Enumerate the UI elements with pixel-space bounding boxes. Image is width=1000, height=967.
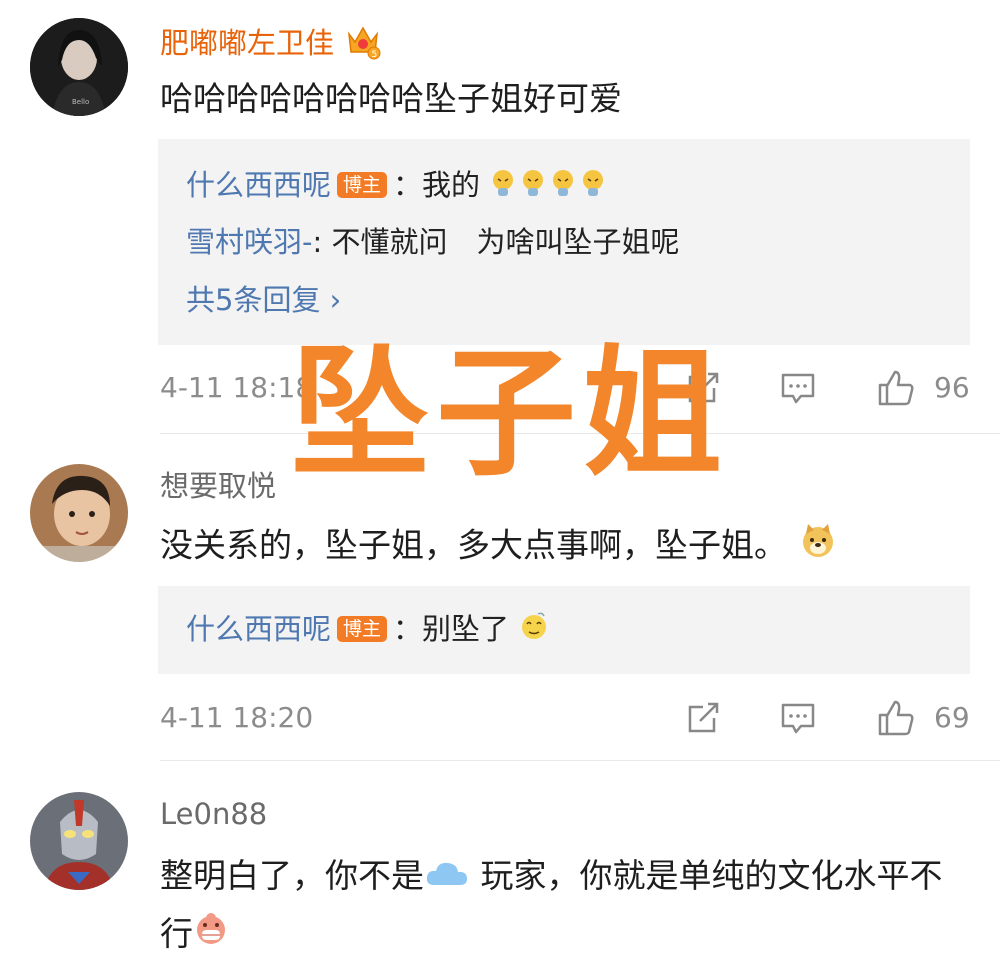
share-icon[interactable] xyxy=(686,700,722,736)
reply-username[interactable]: 什么西西呢 xyxy=(186,612,331,646)
dizzy-emoji xyxy=(518,610,550,652)
comment-text: 哈哈哈哈哈哈哈哈坠子姐好可爱 xyxy=(160,79,622,118)
svg-text:Bello: Bello xyxy=(72,98,89,106)
avatar[interactable]: Bello xyxy=(30,18,128,116)
like-count: 96 xyxy=(934,371,970,404)
reply-text: ：我的 xyxy=(393,168,481,202)
like-icon[interactable] xyxy=(876,368,916,408)
avatar[interactable] xyxy=(30,792,128,890)
like-icon[interactable] xyxy=(876,698,916,738)
comment-text: 整明白了，你不是 玩家，你就是单纯的文化水平不行 xyxy=(160,848,964,963)
comment-icon[interactable] xyxy=(780,700,816,736)
reply-line: 什么西西呢 博主 ：别坠了 xyxy=(186,609,550,652)
comment-text: 没关系的，坠子姐，多大点事啊，坠子姐。 xyxy=(160,520,964,574)
reply-username[interactable]: 雪村咲羽- xyxy=(186,225,312,259)
meta-row: 4-11 18:20 69 xyxy=(160,698,970,738)
reply-line: 雪村咲羽-: 不懂就问 为啥叫坠子姐呢 xyxy=(186,222,679,262)
author-badge: 博主 xyxy=(337,616,388,642)
reply-box[interactable]: 什么西西呢 博主 ：别坠了 xyxy=(158,586,970,674)
overlay-caption: 坠子姐 xyxy=(290,333,729,496)
timestamp: 4-11 18:20 xyxy=(160,701,314,734)
reply-username[interactable]: 什么西西呢 xyxy=(186,168,331,202)
username[interactable]: Le0n88 xyxy=(160,796,267,832)
doge-emoji xyxy=(798,520,838,574)
author-badge: 博主 xyxy=(337,172,388,198)
cry-emoji xyxy=(489,166,609,208)
username[interactable]: 想要取悦 xyxy=(160,468,276,504)
grin-emoji xyxy=(193,907,229,963)
crown-badge-icon: 5 xyxy=(343,22,383,68)
comment-icon[interactable] xyxy=(780,370,816,406)
username[interactable]: 肥嘟嘟左卫佳 5 xyxy=(160,22,383,68)
reply-box[interactable]: 什么西西呢 博主 ：我的 雪村咲羽-: 不懂就问 为啥叫坠子姐呢 共5条回复 › xyxy=(158,139,970,345)
avatar[interactable] xyxy=(30,464,128,562)
more-replies-link[interactable]: 共5条回复 › xyxy=(186,280,341,320)
reply-text: ：别坠了 xyxy=(393,612,510,646)
svg-text:5: 5 xyxy=(372,50,378,60)
divider xyxy=(160,760,1000,761)
like-count: 69 xyxy=(934,701,970,734)
reply-line: 什么西西呢 博主 ：我的 xyxy=(186,165,609,208)
cloud-emoji xyxy=(424,850,470,906)
reply-text: : 不懂就问 为啥叫坠子姐呢 xyxy=(312,225,680,259)
